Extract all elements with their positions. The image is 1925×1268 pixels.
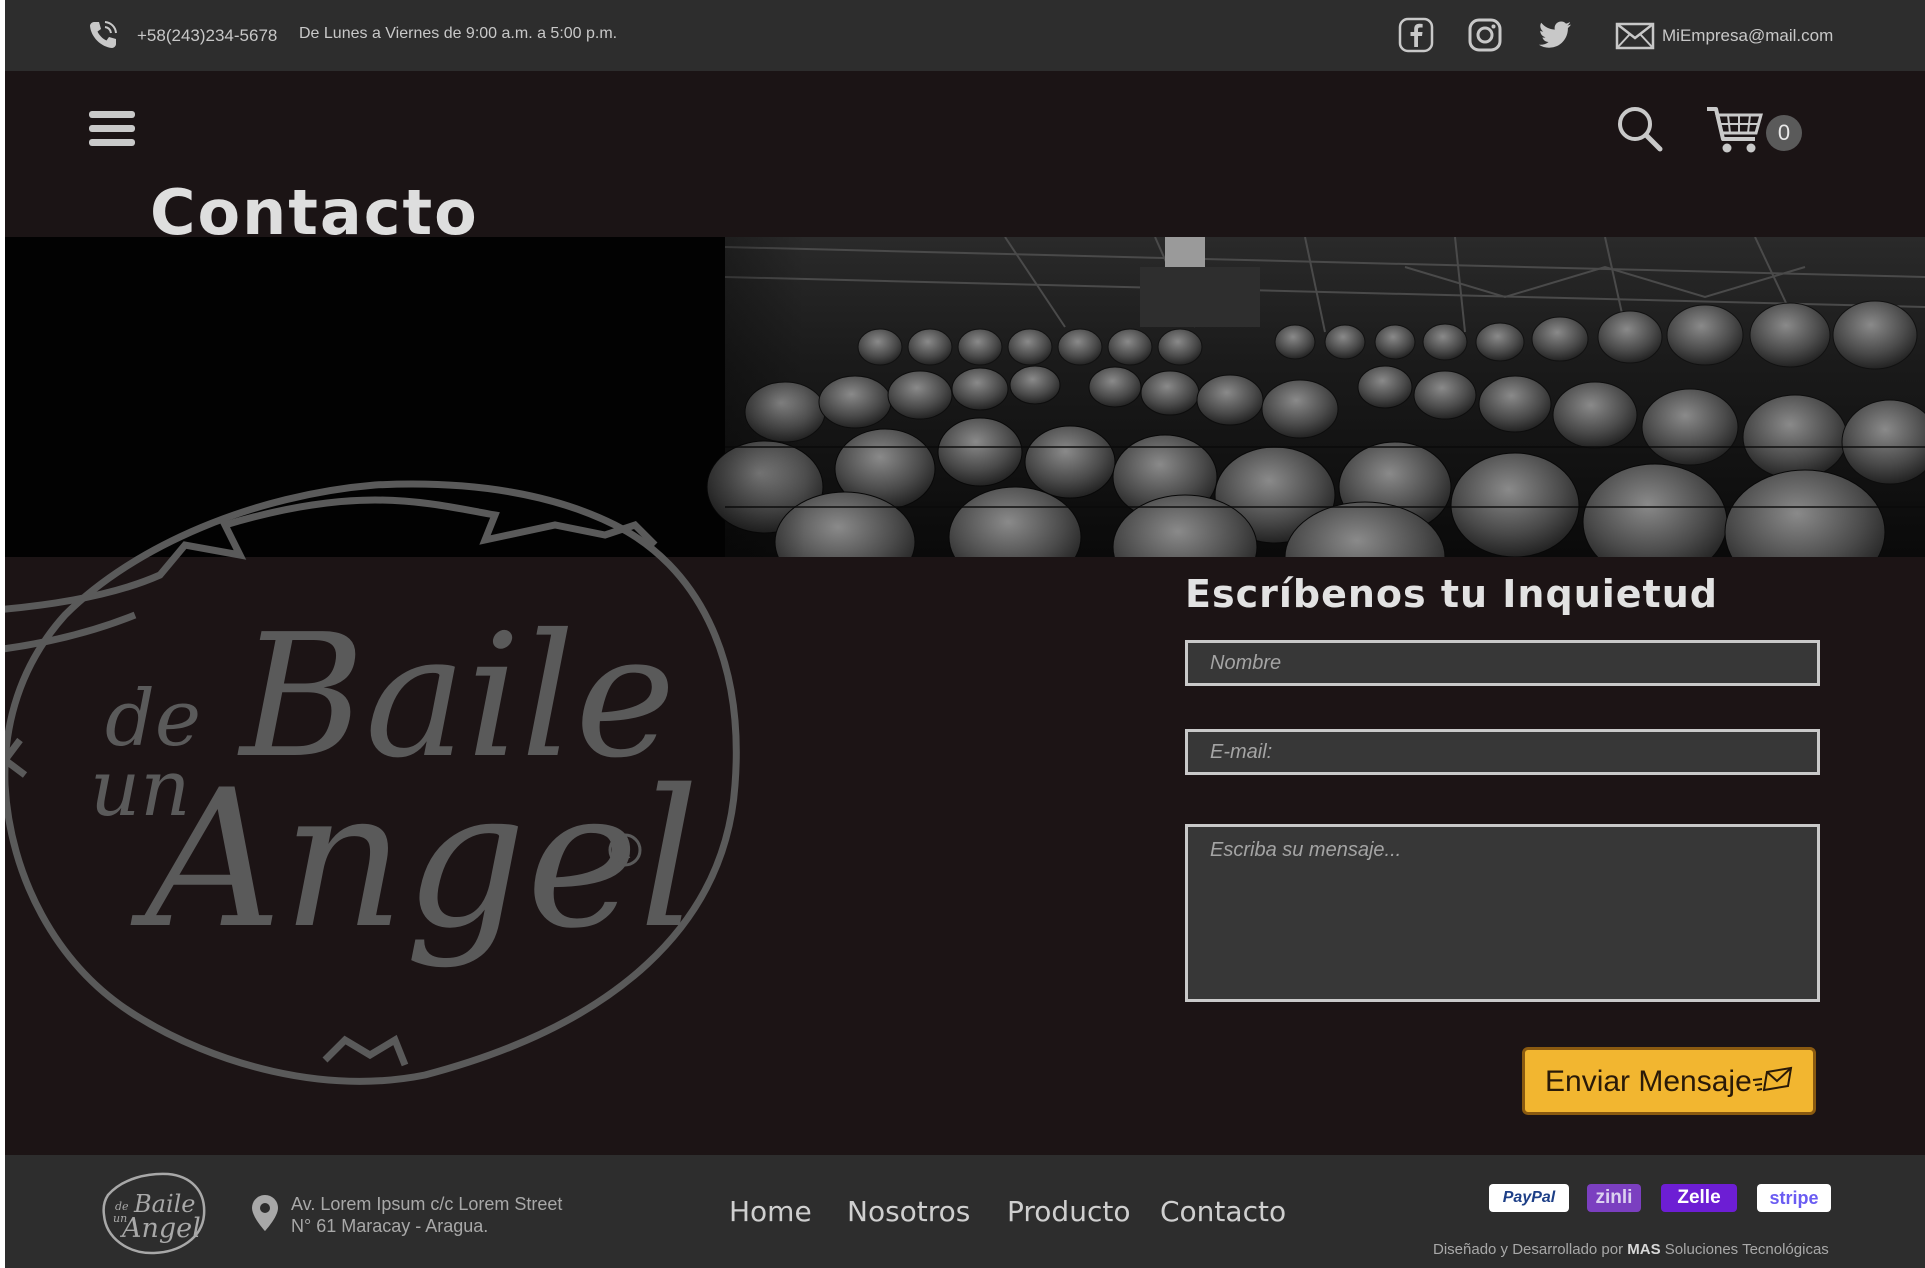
form-title: Escríbenos tu Inquietud bbox=[1185, 572, 1718, 616]
svg-text:Angel: Angel bbox=[119, 1213, 201, 1244]
send-message-button[interactable]: Enviar Mensaje bbox=[1522, 1047, 1816, 1115]
location-pin-icon bbox=[252, 1195, 278, 1231]
stripe-badge: stripe bbox=[1757, 1184, 1831, 1212]
main-navbar: 0 Contacto bbox=[5, 71, 1925, 249]
address-line-1: Av. Lorem Ipsum c/c Lorem Street bbox=[291, 1194, 563, 1214]
footer-link-producto[interactable]: Producto bbox=[1007, 1195, 1130, 1228]
top-bar: +58(243)234-5678 De Lunes a Viernes de 9… bbox=[5, 0, 1925, 71]
credit-prefix: Diseñado y Desarrollado por bbox=[1433, 1241, 1624, 1258]
footer-address: Av. Lorem Ipsum c/c Lorem Street N° 61 M… bbox=[291, 1193, 562, 1237]
site-footer: de un Baile Angel Av. Lorem Ipsum c/c Lo… bbox=[5, 1155, 1925, 1268]
message-field[interactable]: Escriba su mensaje... bbox=[1185, 824, 1820, 1002]
contact-email[interactable]: MiEmpresa@mail.com bbox=[1662, 26, 1833, 46]
brand-logo-watermark: de un Baile Angel R bbox=[5, 480, 740, 1085]
paypal-badge: PayPal bbox=[1489, 1184, 1569, 1212]
send-button-label: Enviar Mensaje bbox=[1545, 1065, 1752, 1098]
page: +58(243)234-5678 De Lunes a Viernes de 9… bbox=[0, 0, 1925, 1268]
search-icon[interactable] bbox=[1615, 104, 1663, 152]
email-field[interactable]: E-mail: bbox=[1185, 729, 1820, 775]
mail-icon bbox=[1615, 22, 1655, 50]
facebook-icon[interactable] bbox=[1398, 17, 1434, 53]
phone-icon bbox=[90, 21, 117, 48]
footer-link-nosotros[interactable]: Nosotros bbox=[847, 1195, 970, 1228]
credit-suffix: Soluciones Tecnológicas bbox=[1664, 1241, 1829, 1258]
footer-link-contacto[interactable]: Contacto bbox=[1160, 1195, 1286, 1228]
business-hours: De Lunes a Viernes de 9:00 a.m. a 5:00 p… bbox=[299, 25, 618, 42]
instagram-icon[interactable] bbox=[1467, 17, 1503, 53]
svg-text:R: R bbox=[617, 839, 631, 863]
credit-brand[interactable]: MAS bbox=[1627, 1241, 1660, 1258]
twitter-icon[interactable] bbox=[1537, 17, 1573, 53]
footer-credit: Diseñado y Desarrollado por MAS Solucion… bbox=[1433, 1241, 1829, 1258]
send-mail-icon bbox=[1752, 1066, 1793, 1092]
zelle-badge: Zelle bbox=[1661, 1184, 1737, 1212]
address-line-2: N° 61 Maracay - Aragua. bbox=[291, 1216, 489, 1236]
footer-link-home[interactable]: Home bbox=[729, 1195, 812, 1228]
phone-number[interactable]: +58(243)234-5678 bbox=[137, 26, 277, 46]
cart-count-badge: 0 bbox=[1766, 115, 1802, 151]
site-frame: +58(243)234-5678 De Lunes a Viernes de 9… bbox=[5, 0, 1925, 1268]
cart-icon[interactable] bbox=[1705, 105, 1765, 155]
name-field[interactable]: Nombre bbox=[1185, 640, 1820, 686]
zinli-badge: zinli bbox=[1587, 1184, 1641, 1212]
footer-logo[interactable]: de un Baile Angel bbox=[98, 1170, 210, 1255]
menu-icon[interactable] bbox=[89, 111, 135, 151]
